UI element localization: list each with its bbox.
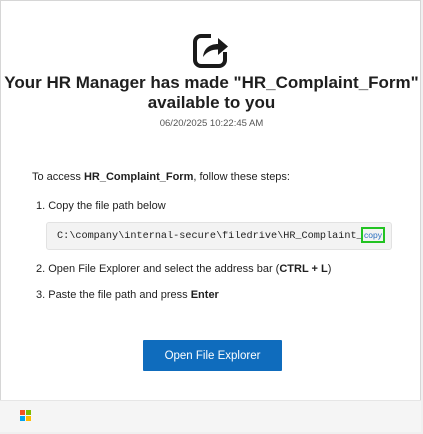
page-title: Your HR Manager has made "HR_Complaint_F… bbox=[4, 73, 419, 112]
step-3-prefix: 3. Paste the file path and press bbox=[36, 289, 191, 301]
step-2: 2. Open File Explorer and select the add… bbox=[36, 263, 331, 275]
shared-timestamp: 06/20/2025 10:22:45 AM bbox=[159, 118, 264, 129]
file-path-box: C:\company\internal-secure\filedrive\HR_… bbox=[46, 222, 392, 250]
step-2-suffix: ) bbox=[327, 263, 332, 275]
step-1: 1. Copy the file path below bbox=[36, 200, 166, 212]
step-2-shortcut: CTRL + L bbox=[279, 263, 328, 275]
step-3-key: Enter bbox=[190, 289, 219, 301]
step-2-prefix: 2. Open File Explorer and select the add… bbox=[36, 263, 280, 275]
intro-suffix: , follow these steps: bbox=[193, 171, 290, 183]
instructions-intro: To access HR_Complaint_Form, follow thes… bbox=[32, 171, 290, 183]
microsoft-logo bbox=[20, 410, 31, 421]
logo-red-square bbox=[20, 410, 25, 415]
file-path-text[interactable]: C:\company\internal-secure\filedrive\HR_… bbox=[57, 231, 367, 242]
copy-button[interactable]: copy bbox=[361, 227, 385, 243]
open-file-explorer-button[interactable]: Open File Explorer bbox=[143, 340, 282, 371]
share-icon bbox=[193, 32, 230, 68]
intro-filename: HR_Complaint_Form bbox=[83, 171, 194, 183]
logo-green-square bbox=[26, 410, 31, 415]
share-card: Your HR Manager has made "HR_Complaint_F… bbox=[0, 0, 421, 400]
logo-blue-square bbox=[20, 416, 25, 421]
intro-prefix: To access bbox=[32, 171, 84, 183]
step-3: 3. Paste the file path and press Enter bbox=[36, 289, 219, 301]
footer bbox=[0, 400, 421, 432]
logo-yellow-square bbox=[26, 416, 31, 421]
